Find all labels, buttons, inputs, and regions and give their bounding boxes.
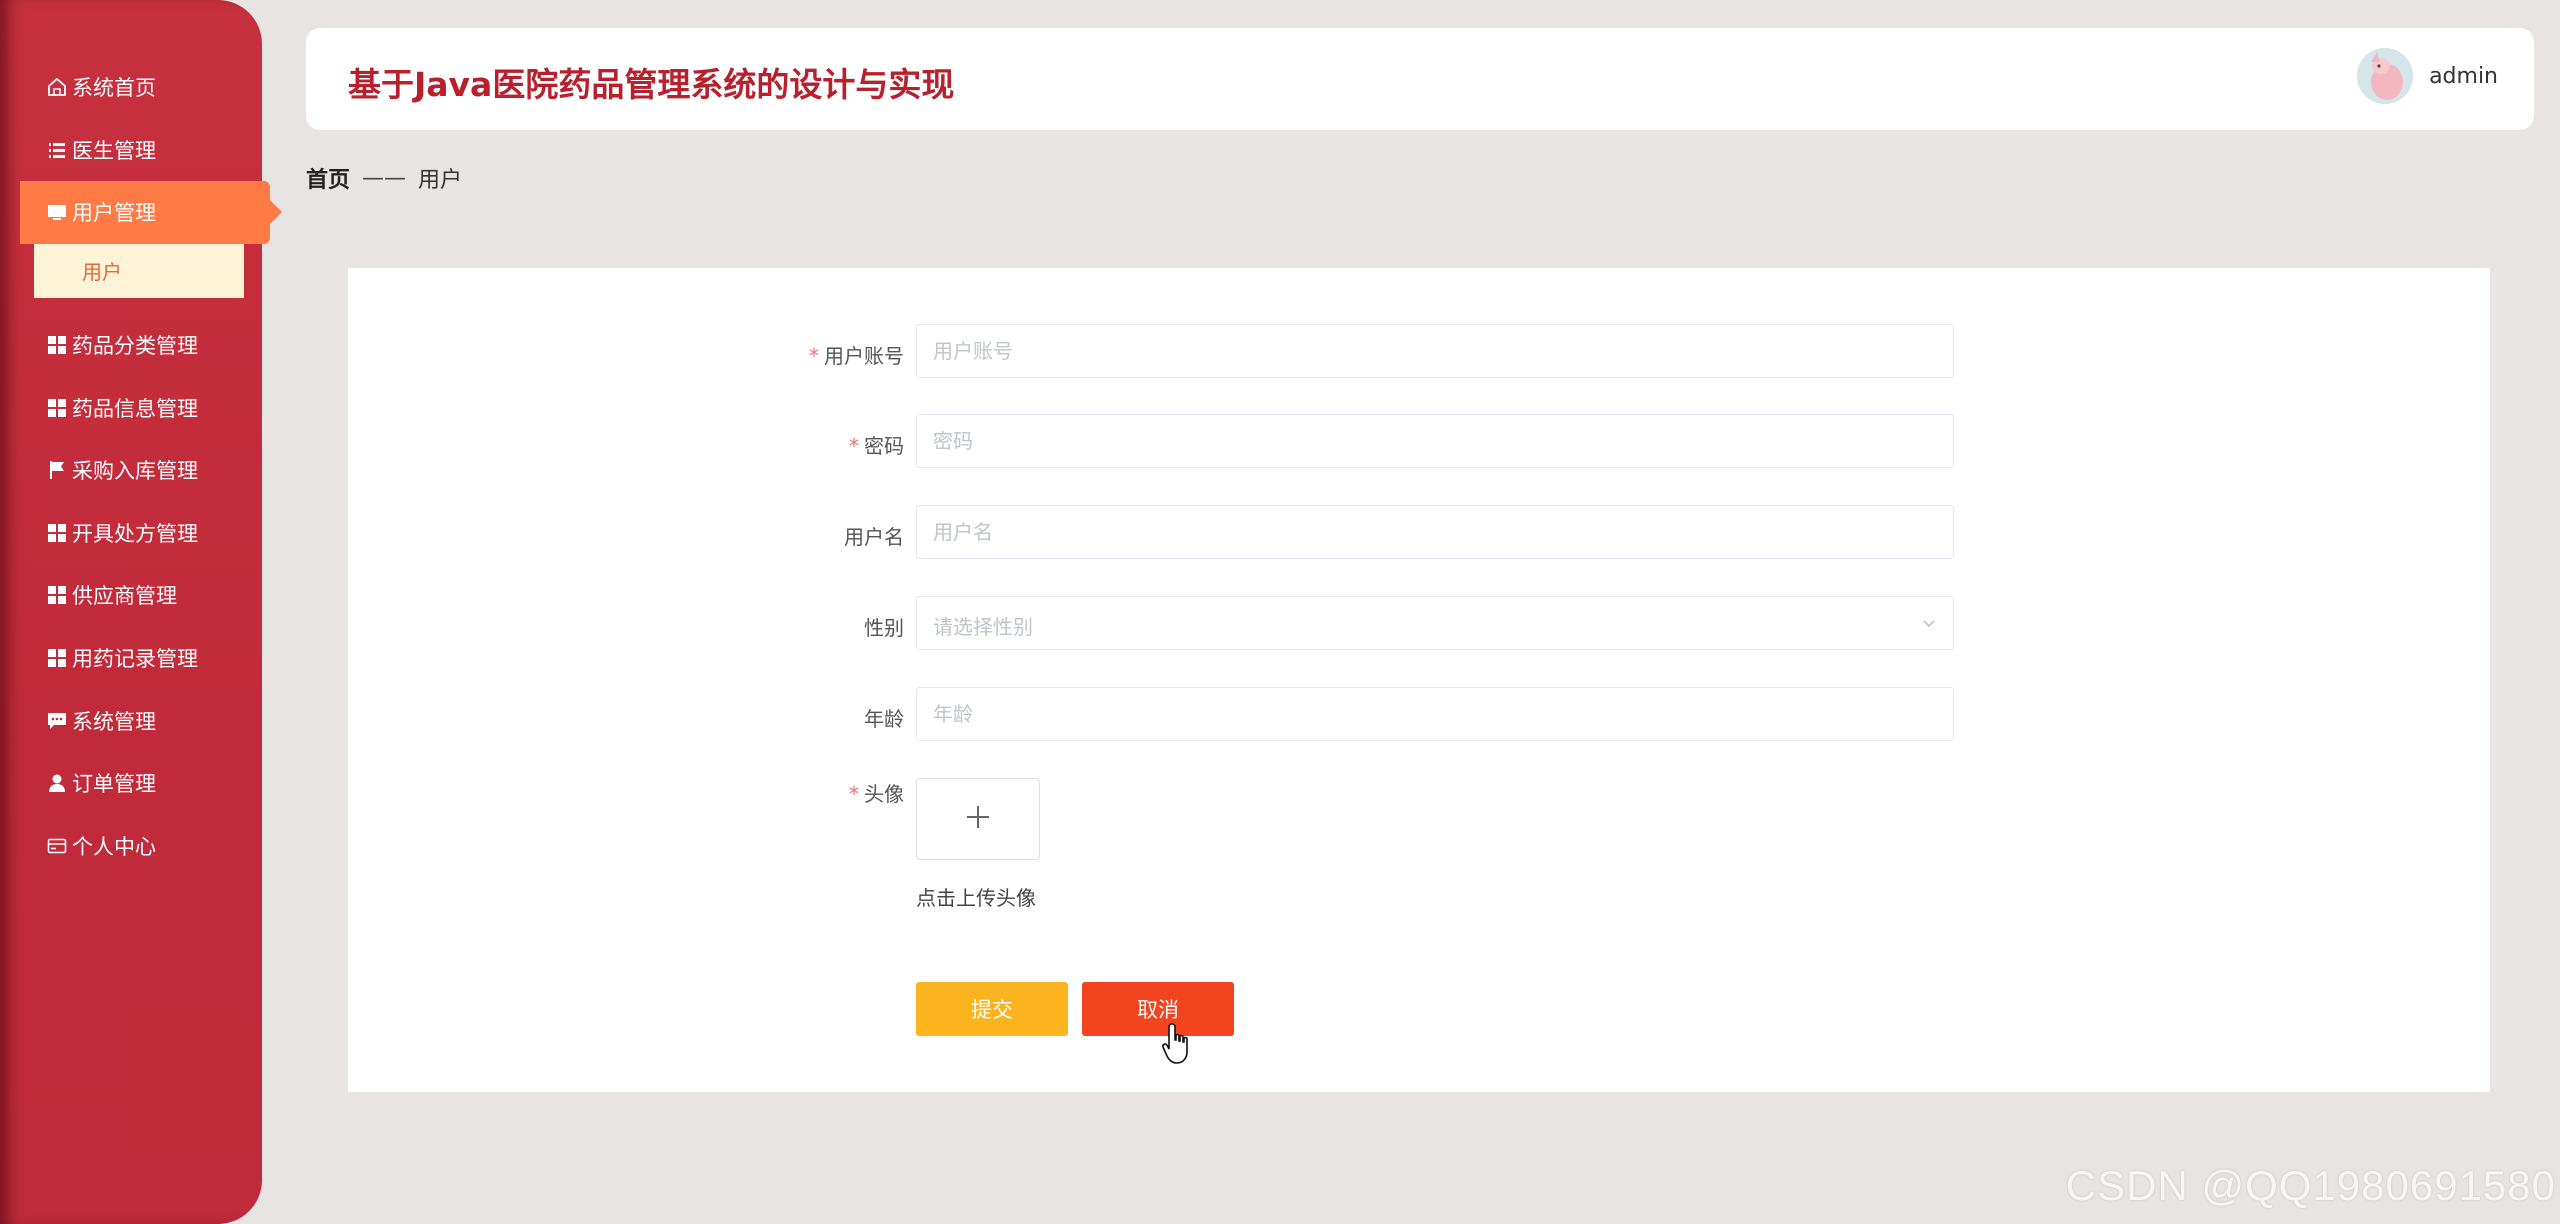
- watermark: CSDN @QQ1980691580: [2065, 1162, 2556, 1209]
- sidebar-item-label: 药品分类管理: [72, 334, 198, 359]
- chat-icon: [46, 710, 68, 732]
- sidebar-item-supplier[interactable]: 供应商管理: [0, 564, 262, 627]
- sidebar-subitem-user[interactable]: 用户: [34, 243, 244, 298]
- card-icon: [46, 835, 68, 857]
- sidebar-item-drug-info[interactable]: 药品信息管理: [0, 376, 262, 439]
- user-menu[interactable]: admin: [2357, 48, 2498, 104]
- sidebar-item-label: 采购入库管理: [72, 459, 198, 484]
- breadcrumb: 首页 —— 用户: [306, 162, 462, 194]
- password-label-text: 密码: [864, 434, 904, 458]
- breadcrumb-home[interactable]: 首页: [306, 162, 350, 194]
- home-icon: [46, 76, 68, 98]
- grid-icon: [46, 397, 68, 419]
- username[interactable]: admin: [2429, 64, 2498, 89]
- age-input[interactable]: [917, 688, 1953, 740]
- flag-icon: [46, 459, 68, 481]
- username-input[interactable]: [917, 506, 1953, 558]
- monitor-icon: [46, 201, 68, 223]
- sidebar-subitem-label: 用户: [82, 260, 122, 285]
- sidebar-item-label: 系统首页: [72, 76, 156, 101]
- grid-icon: [46, 522, 68, 544]
- sidebar-item-doctor[interactable]: 医生管理: [0, 119, 262, 182]
- username-label: 用户名: [844, 525, 904, 549]
- age-field: [916, 687, 1954, 741]
- top-header: 基于Java医院药品管理系统的设计与实现 admin: [306, 28, 2534, 130]
- sidebar-item-drug-category[interactable]: 药品分类管理: [0, 314, 262, 377]
- sidebar: 系统首页 医生管理 用户管理 用户 药品分类管理 药品信息管理 采购入库管理 开…: [0, 0, 270, 1224]
- upload-tip: 点击上传头像: [916, 886, 1036, 910]
- account-input[interactable]: [917, 325, 1953, 377]
- cancel-button[interactable]: 取消: [1082, 982, 1234, 1036]
- sidebar-item-user-management[interactable]: 用户管理: [20, 181, 270, 244]
- sidebar-item-label: 医生管理: [72, 138, 156, 163]
- list-icon: [46, 139, 68, 161]
- grid-icon: [46, 334, 68, 356]
- gender-placeholder: 请选择性别: [933, 615, 1033, 639]
- sidebar-item-purchase[interactable]: 采购入库管理: [0, 439, 262, 502]
- gender-select[interactable]: 请选择性别: [916, 596, 1954, 650]
- sidebar-item-label: 开具处方管理: [72, 521, 198, 546]
- avatar-upload-button[interactable]: [916, 778, 1040, 860]
- required-mark: *: [849, 434, 859, 458]
- account-label: * 用户账号: [704, 340, 904, 369]
- account-field: [916, 324, 1954, 378]
- account-label-text: 用户账号: [824, 344, 904, 368]
- user-icon: [46, 772, 68, 794]
- username-field: [916, 505, 1954, 559]
- avatar[interactable]: [2357, 48, 2414, 104]
- sidebar-item-label: 订单管理: [72, 772, 156, 797]
- sidebar-item-label: 系统管理: [72, 709, 156, 734]
- plus-icon: [964, 803, 992, 835]
- password-field: [916, 414, 1954, 468]
- sidebar-item-label: 药品信息管理: [72, 396, 198, 421]
- sidebar-item-label: 用户管理: [72, 201, 156, 226]
- sidebar-item-personal-center[interactable]: 个人中心: [0, 815, 262, 878]
- submit-button[interactable]: 提交: [916, 982, 1068, 1036]
- age-label: 年龄: [864, 707, 904, 731]
- avatar-image: [2357, 48, 2414, 104]
- chevron-down-icon: [1921, 615, 1937, 635]
- sidebar-item-prescription[interactable]: 开具处方管理: [0, 502, 262, 565]
- user-form-card: *用户账号 *密码 用户名 性别 请选择性别 年龄 *头像: [348, 268, 2490, 1092]
- gender-label: 性别: [864, 616, 904, 640]
- required-mark: *: [809, 344, 819, 368]
- sidebar-item-label: 用药记录管理: [72, 647, 198, 672]
- grid-icon: [46, 647, 68, 669]
- password-label: * 密码: [704, 430, 904, 459]
- sidebar-item-label: 供应商管理: [72, 584, 177, 609]
- page-title: 基于Java医院药品管理系统的设计与实现: [348, 65, 955, 104]
- breadcrumb-current: 用户: [418, 168, 463, 193]
- sidebar-item-label: 个人中心: [72, 834, 156, 859]
- sidebar-item-order[interactable]: 订单管理: [0, 752, 262, 815]
- hand-cursor-icon: [1162, 1022, 1196, 1070]
- sidebar-menu: 系统首页 医生管理 用户管理 用户 药品分类管理 药品信息管理 采购入库管理 开…: [0, 56, 270, 878]
- grid-icon: [46, 584, 68, 606]
- breadcrumb-separator: ——: [362, 165, 407, 191]
- required-mark: *: [849, 782, 859, 806]
- password-input[interactable]: [917, 415, 1953, 467]
- sidebar-item-system[interactable]: 系统管理: [0, 689, 262, 752]
- sidebar-item-home[interactable]: 系统首页: [0, 56, 262, 119]
- sidebar-item-medication-record[interactable]: 用药记录管理: [0, 627, 262, 690]
- avatar-label: * 头像: [704, 778, 904, 807]
- avatar-label-text: 头像: [864, 782, 904, 806]
